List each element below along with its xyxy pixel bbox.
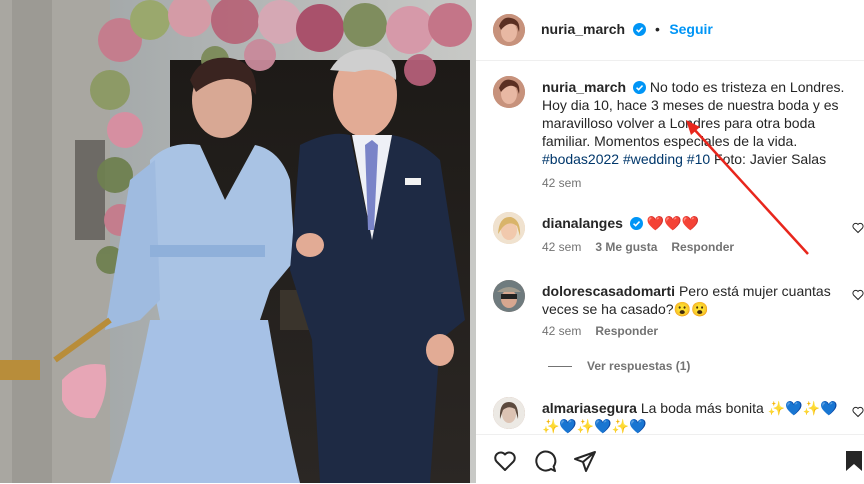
wedding-photo [0, 0, 476, 483]
caption-timestamp[interactable]: 42 sem [542, 176, 581, 190]
comment-likes[interactable]: 3 Me gusta [595, 240, 657, 254]
post-photo[interactable] [0, 0, 476, 483]
reply-button[interactable]: Responder [671, 240, 734, 254]
separator-dot: • [654, 21, 660, 37]
comment-time[interactable]: 42 sem [542, 324, 581, 338]
post-action-bar [476, 434, 864, 484]
like-comment-heart-icon[interactable] [852, 289, 864, 301]
comment-username[interactable]: dianalanges [542, 215, 623, 231]
like-comment-heart-icon[interactable] [852, 222, 864, 234]
comment-text: Pero está mujer cuantas [678, 283, 831, 299]
comment-meta: 42 sem 3 Me gusta Responder [542, 240, 734, 254]
verified-icon [629, 217, 643, 230]
comment-body: almariasegura La boda más bonita ✨💙✨💙 ✨💙… [542, 399, 852, 435]
author-username[interactable]: nuria_march [541, 21, 625, 37]
comment-icon[interactable] [533, 449, 557, 473]
commenter-avatar[interactable] [493, 397, 525, 429]
comment-body: dianalanges ❤️❤️❤️ [542, 214, 699, 232]
bookmark-icon[interactable] [844, 449, 864, 473]
caption-line: familiar. Momentos especiales de la vida… [542, 133, 798, 149]
caption-photo-credit: Foto: Javier Salas [710, 151, 827, 167]
post-header: nuria_march • Seguir [476, 0, 864, 61]
comment-time[interactable]: 42 sem [542, 240, 581, 254]
comment-username[interactable]: almariasegura [542, 400, 637, 416]
heart-icon[interactable] [493, 449, 517, 473]
caption-text: nuria_march No todo es tristeza en Londr… [542, 78, 845, 168]
like-comment-heart-icon[interactable] [852, 406, 864, 418]
comment-body: dolorescasadomarti Pero está mujer cuant… [542, 282, 842, 318]
comment-text: ❤️❤️❤️ [646, 215, 699, 231]
verified-icon [632, 23, 646, 36]
comment-meta: 42 sem Responder [542, 324, 658, 338]
reply-button[interactable]: Responder [595, 324, 658, 338]
author-avatar[interactable] [493, 14, 525, 46]
post-side-panel: nuria_march • Seguir nuria_march No todo… [476, 0, 864, 483]
caption-line: No todo es tristeza en Londres. [649, 79, 845, 95]
caption-avatar[interactable] [493, 76, 525, 108]
caption-username[interactable]: nuria_march [542, 79, 626, 95]
share-icon[interactable] [573, 449, 597, 473]
comment-username[interactable]: dolorescasadomarti [542, 283, 675, 299]
follow-button[interactable]: Seguir [669, 21, 713, 37]
comment-text: veces se ha casado?😮😮 [542, 301, 709, 317]
verified-icon [632, 81, 646, 94]
replies-divider [548, 366, 572, 367]
commenter-avatar[interactable] [493, 280, 525, 312]
caption-line: maravilloso volver a Londres para otra b… [542, 115, 816, 131]
caption-hashtags[interactable]: #bodas2022 #wedding #10 [542, 151, 710, 167]
view-replies-button[interactable]: Ver respuestas (1) [587, 359, 690, 373]
commenter-avatar[interactable] [493, 212, 525, 244]
comment-text: ✨💙✨💙✨💙 [542, 418, 647, 434]
comment-text: La boda más bonita ✨💙✨💙 [640, 400, 838, 416]
caption-line: Hoy dia 10, hace 3 meses de nuestra boda… [542, 97, 839, 113]
